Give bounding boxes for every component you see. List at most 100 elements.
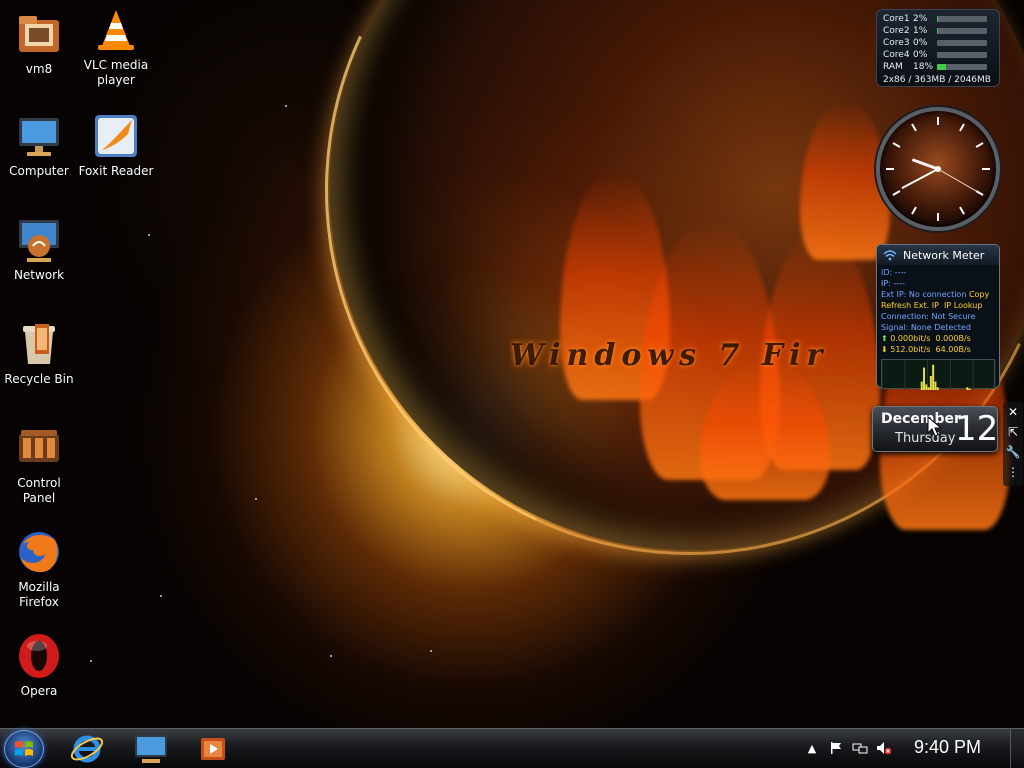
drag-grip-icon[interactable]: ⋮ (1003, 462, 1023, 482)
control-panel-icon (15, 424, 63, 472)
network-actions-row: Refresh Ext. IP IP Lookup (881, 300, 995, 311)
cpu-meter-label: Core1 (883, 14, 910, 24)
wallpaper-star (330, 655, 332, 657)
traffic-bar (925, 384, 928, 390)
cpu-meter-row: Core4 0% (883, 49, 993, 61)
desktop-icon-network[interactable]: Network (0, 216, 78, 283)
taskbar-internet-explorer[interactable] (64, 733, 110, 765)
volume-muted-icon[interactable] (876, 741, 892, 757)
traffic-bar (929, 376, 932, 390)
internet-explorer-icon (70, 735, 104, 763)
cpu-meter-bar-fill (937, 64, 946, 70)
cpu-meter-row: RAM 18% (883, 61, 993, 73)
wallpaper-star (430, 650, 432, 652)
calendar-weekday: Thursday (895, 431, 956, 446)
network-icon[interactable] (852, 741, 868, 757)
network-refresh-link[interactable]: Refresh Ext. IP (881, 301, 939, 310)
windows-start-orb-icon (15, 741, 33, 756)
desktop-icon-firefox[interactable]: Mozilla Firefox (0, 528, 78, 610)
calendar-day: 12 (955, 409, 999, 449)
desktop-icon-label: Recycle Bin (4, 372, 74, 386)
cpu-meter-bar-fill (937, 16, 938, 22)
network-icon (15, 216, 63, 264)
desktop-icon-label: Foxit Reader (78, 164, 154, 178)
clock-minute-hand (901, 168, 939, 189)
desktop-icon-opera[interactable]: Opera (0, 632, 78, 699)
wrench-icon[interactable]: 🔧 (1003, 442, 1023, 462)
desktop-icon-label: Computer (9, 164, 69, 178)
upload-bits: 0.000bit/s (890, 334, 931, 343)
resize-icon[interactable]: ⇱ (1003, 422, 1023, 442)
network-traffic-graph-svg (881, 360, 997, 390)
desktop-icon-control-panel[interactable]: Control Panel (0, 424, 78, 506)
network-ext-ip-row: Ext IP: No connection Copy (881, 289, 995, 300)
desktop-icon-label: VLC media player (83, 58, 149, 87)
desktop-icon-recycle-bin[interactable]: Recycle Bin (0, 320, 78, 387)
start-button[interactable] (4, 730, 44, 768)
network-copy-link[interactable]: Copy (969, 290, 989, 299)
taskbar-media-player[interactable] (190, 733, 236, 765)
action-center-flag-icon[interactable] (828, 741, 844, 757)
download-bytes: 64.00B/s (935, 345, 971, 354)
clock-tick-mark (892, 142, 901, 148)
cpu-meter-label: RAM (883, 62, 903, 72)
upload-bytes: 0.000B/s (935, 334, 971, 343)
traffic-bar (923, 367, 926, 390)
download-arrow-icon: ⬇ (881, 345, 888, 354)
show-desktop-button[interactable] (1010, 729, 1024, 768)
wifi-icon (883, 250, 897, 261)
clock-tick-mark (975, 190, 984, 196)
traffic-bar (966, 387, 969, 390)
desktop-icon-vm8[interactable]: vm8 (0, 10, 78, 77)
taskbar-computer[interactable] (128, 733, 174, 765)
foxit-reader-icon (92, 112, 140, 160)
desktop-icon-vlc[interactable]: VLC media player (77, 6, 155, 88)
traffic-bar (968, 388, 971, 390)
show-hidden-icons-icon[interactable]: ▲ (804, 741, 820, 757)
cpu-meter-row: Core3 0% (883, 37, 993, 49)
network-traffic-graph (881, 359, 997, 390)
desktop-icon-computer[interactable]: Computer (0, 112, 78, 179)
cpu-meter-bar-fill (937, 28, 938, 34)
clock-face (886, 117, 990, 221)
close-icon[interactable]: ✕ (1003, 402, 1023, 422)
network-lookup-link[interactable]: IP Lookup (944, 301, 982, 310)
cpu-meter-label: Core2 (883, 26, 910, 36)
wallpaper-star (285, 105, 287, 107)
recycle-bin-icon (15, 320, 63, 368)
cpu-meter-gadget[interactable]: Core1 2% Core2 1% Core3 0% Core4 0% RAM … (876, 9, 1000, 87)
network-meter-header: Network Meter (877, 245, 999, 265)
clock-tick-mark (975, 142, 984, 148)
network-id: ID: ---- (881, 268, 907, 277)
wallpaper-star (148, 234, 150, 236)
traffic-bar (932, 364, 935, 390)
network-ip: IP: ---- (881, 279, 905, 288)
cpu-meter-row: Core2 1% (883, 25, 993, 37)
cpu-meter-bar (937, 52, 987, 58)
wallpaper-star (160, 595, 162, 597)
cpu-meter-value: 2% (913, 14, 928, 24)
cpu-meter-row: Core1 2% (883, 13, 993, 25)
taskbar-clock[interactable]: 9:40 PM (914, 737, 981, 758)
cpu-meter-bar (937, 40, 987, 46)
cpu-meter-footer: 2x86 / 363MB / 2046MB (883, 75, 991, 85)
clock-tick-mark (911, 206, 917, 215)
desktop-icon-label: Mozilla Firefox (18, 580, 60, 609)
clock-tick-mark (892, 190, 901, 196)
desktop-icon-foxit[interactable]: Foxit Reader (77, 112, 155, 179)
traffic-bar (927, 387, 930, 390)
clock-gadget[interactable] (876, 107, 1000, 231)
vlc-cone-icon (92, 6, 140, 54)
cpu-meter-bar (937, 28, 987, 34)
network-download-row: ⬇ 512.0bit/s 64.00B/s (881, 344, 995, 355)
computer-icon (135, 735, 167, 763)
desktop-icon-label: Control Panel (17, 476, 61, 505)
system-tray: ▲ 9:40 PM (774, 729, 1024, 768)
desktop-wallpaper: Windows 7 Fir (0, 0, 1024, 728)
network-meter-gadget[interactable]: Network Meter ID: ---- IP: ---- Ext IP: … (876, 244, 1000, 390)
network-ext-ip: Ext IP: No connection (881, 290, 967, 299)
traffic-bar (936, 387, 939, 390)
clock-tick-mark (911, 123, 917, 132)
network-meter-body: ID: ---- IP: ---- Ext IP: No connection … (877, 265, 999, 357)
cpu-meter-value: 0% (913, 50, 928, 60)
